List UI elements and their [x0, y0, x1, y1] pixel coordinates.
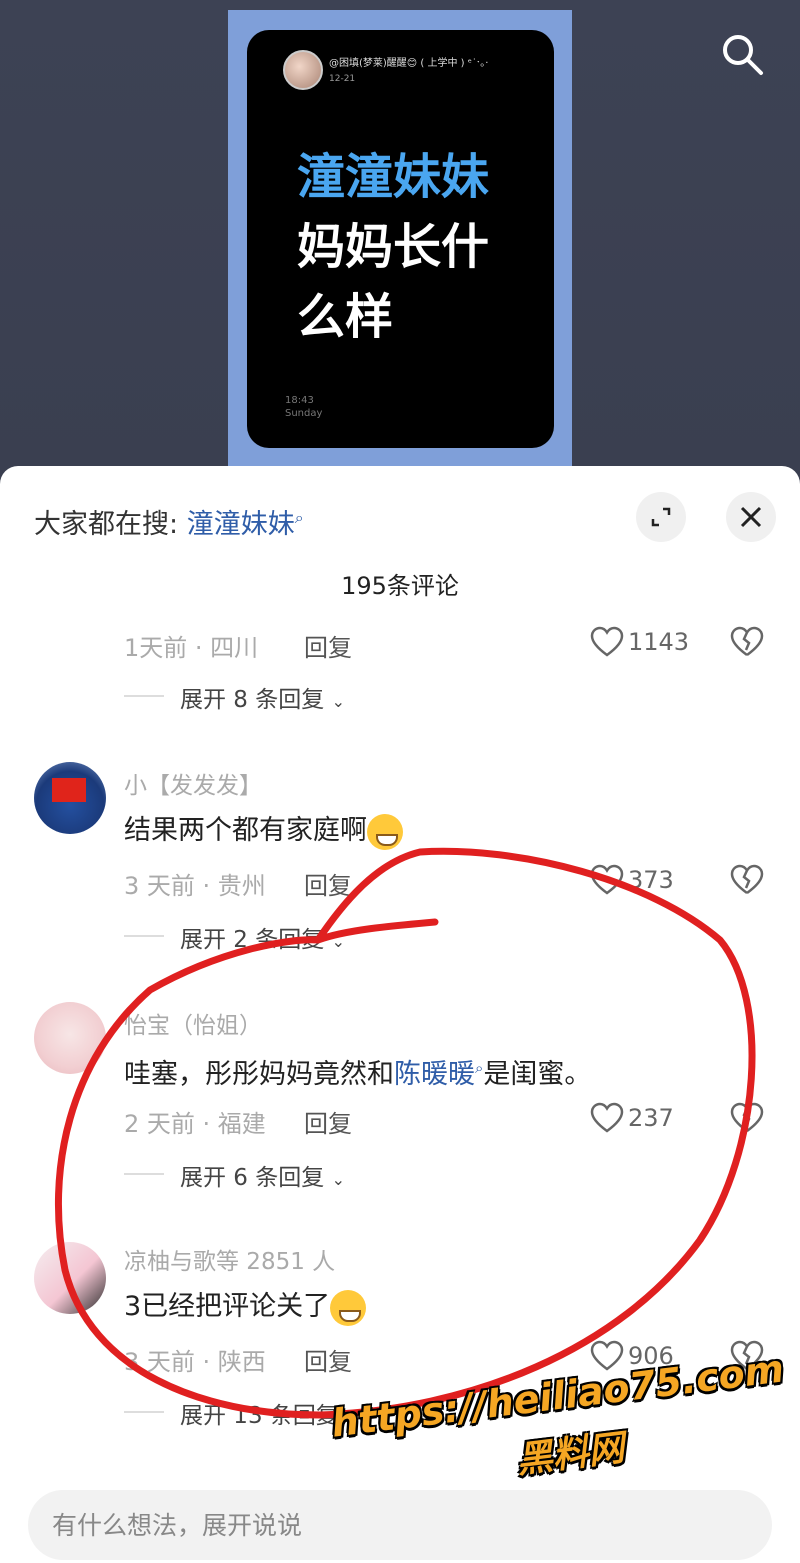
expand-sheet-button[interactable]: [636, 492, 686, 542]
card-title-line3: 么样: [297, 289, 394, 345]
video-area[interactable]: @困填(梦莱)醒醒😊 ( 上学中 ) ᵉ˙ˑ｡· 12-21 潼潼妹妹 妈妈长什…: [0, 0, 800, 480]
search-suggestion-prefix: 大家都在搜:: [34, 509, 179, 540]
comment-body: 结果两个都有家庭啊: [124, 815, 367, 846]
grinning-sweat-emoji: [367, 813, 403, 850]
comment-text: 结果两个都有家庭啊: [124, 808, 403, 850]
comment-time-location: 3 天前 · 贵州: [124, 872, 266, 900]
avatar[interactable]: [34, 762, 106, 834]
like-count: 906: [628, 1342, 674, 1370]
close-icon: [740, 506, 762, 528]
reply-button[interactable]: 回复: [304, 866, 352, 901]
like-count: 1143: [628, 628, 690, 656]
expand-replies-label: 展开 13 条回复: [180, 1403, 339, 1429]
chevron-down-icon: ⌄: [331, 692, 345, 711]
like-count: 373: [628, 866, 674, 894]
card-avatar: [283, 50, 323, 90]
comment-count: 195条评论: [341, 572, 459, 600]
expand-replies[interactable]: 展开 8 条回复 ⌄: [124, 678, 524, 714]
card-title-line2: 妈妈长什: [297, 219, 490, 275]
comment-search-link[interactable]: 陈暖暖: [394, 1059, 475, 1090]
divider: [124, 1173, 164, 1175]
reply-button[interactable]: 回复: [304, 1104, 352, 1139]
comment-username[interactable]: 凉柚与歌等 2851 人: [124, 1242, 335, 1276]
card-day: Sunday: [285, 408, 323, 419]
heart-icon[interactable]: [590, 1102, 624, 1134]
comment-time-location: 2 天前 · 福建: [124, 1110, 266, 1138]
comment-body-end: 是闺蜜。: [483, 1059, 592, 1090]
card-time: 18:43 Sunday: [285, 394, 322, 420]
comment-text: 哇塞，彤彤妈妈竟然和陈暖暖⌕是闺蜜。: [124, 1052, 591, 1091]
expand-replies[interactable]: 展开 2 条回复 ⌄: [124, 918, 524, 954]
comment-meta: 2 天前 · 福建 回复 237: [124, 1098, 784, 1138]
card-username: @困填(梦莱)醒醒😊 ( 上学中 ) ᵉ˙ˑ｡·: [329, 58, 489, 69]
heart-icon[interactable]: [590, 1340, 624, 1372]
broken-heart-icon[interactable]: [730, 1102, 764, 1134]
comment-body: 哇塞，彤彤妈妈竟然和: [124, 1059, 394, 1090]
comment-body: 3已经把评论关了: [124, 1291, 331, 1322]
expand-icon: [651, 507, 671, 527]
chevron-down-icon: ⌄: [331, 932, 345, 951]
avatar[interactable]: [34, 1002, 106, 1074]
reply-button[interactable]: 回复: [304, 628, 352, 663]
comment-time-location: 3 天前 · 陕西: [124, 1348, 266, 1376]
video-card: @困填(梦莱)醒醒😊 ( 上学中 ) ᵉ˙ˑ｡· 12-21 潼潼妹妹 妈妈长什…: [247, 30, 554, 448]
avatar[interactable]: [34, 1242, 106, 1314]
search-suggestion-keyword[interactable]: 潼潼妹妹: [187, 509, 295, 540]
card-title-highlight: 潼潼妹妹: [297, 149, 490, 205]
comment-text: 3已经把评论关了: [124, 1284, 367, 1326]
heart-icon[interactable]: [590, 864, 624, 896]
chevron-down-icon: ⌄: [346, 1408, 360, 1427]
expand-replies-label: 展开 8 条回复: [180, 687, 325, 713]
comment-username[interactable]: 小【发发发】: [124, 766, 262, 800]
comment-sheet: 大家都在搜: 潼潼妹妹⌕ 195条评论 1天前 · 四川 回复 1143 展开 …: [0, 466, 800, 1563]
comment-meta: 3 天前 · 陕西 回复 906: [124, 1336, 784, 1376]
woozy-emoji: [330, 1289, 367, 1326]
close-sheet-button[interactable]: [726, 492, 776, 542]
divider: [124, 1411, 164, 1413]
reply-button[interactable]: 回复: [304, 1342, 352, 1377]
expand-replies-label: 展开 2 条回复: [180, 927, 325, 953]
comment-meta: 3 天前 · 贵州 回复 373: [124, 860, 784, 900]
search-suggestion[interactable]: 大家都在搜: 潼潼妹妹⌕: [34, 502, 304, 541]
broken-heart-icon[interactable]: [730, 1340, 764, 1372]
expand-replies[interactable]: 展开 13 条回复 ⌄: [124, 1394, 524, 1430]
comment-meta: 1天前 · 四川 回复 1143: [124, 622, 784, 662]
broken-heart-icon[interactable]: [730, 626, 764, 658]
chevron-down-icon: ⌄: [331, 1170, 345, 1189]
like-count: 237: [628, 1104, 674, 1132]
divider: [124, 695, 164, 697]
search-icon: [723, 35, 763, 75]
comment-input-bar[interactable]: [28, 1490, 772, 1560]
comment-time-location: 1天前 · 四川: [124, 634, 259, 662]
search-mini-icon: ⌕: [294, 508, 304, 527]
card-title: 潼潼妹妹 妈妈长什 么样: [297, 142, 537, 352]
search-button[interactable]: [718, 30, 766, 78]
comment-input[interactable]: [52, 1490, 732, 1560]
comment-username[interactable]: 怡宝（怡姐）: [124, 1006, 262, 1040]
expand-replies[interactable]: 展开 6 条回复 ⌄: [124, 1156, 524, 1192]
card-clock: 18:43: [285, 395, 314, 406]
heart-icon[interactable]: [590, 626, 624, 658]
card-date: 12-21: [329, 74, 356, 84]
expand-replies-label: 展开 6 条回复: [180, 1165, 325, 1191]
broken-heart-icon[interactable]: [730, 864, 764, 896]
divider: [124, 935, 164, 937]
